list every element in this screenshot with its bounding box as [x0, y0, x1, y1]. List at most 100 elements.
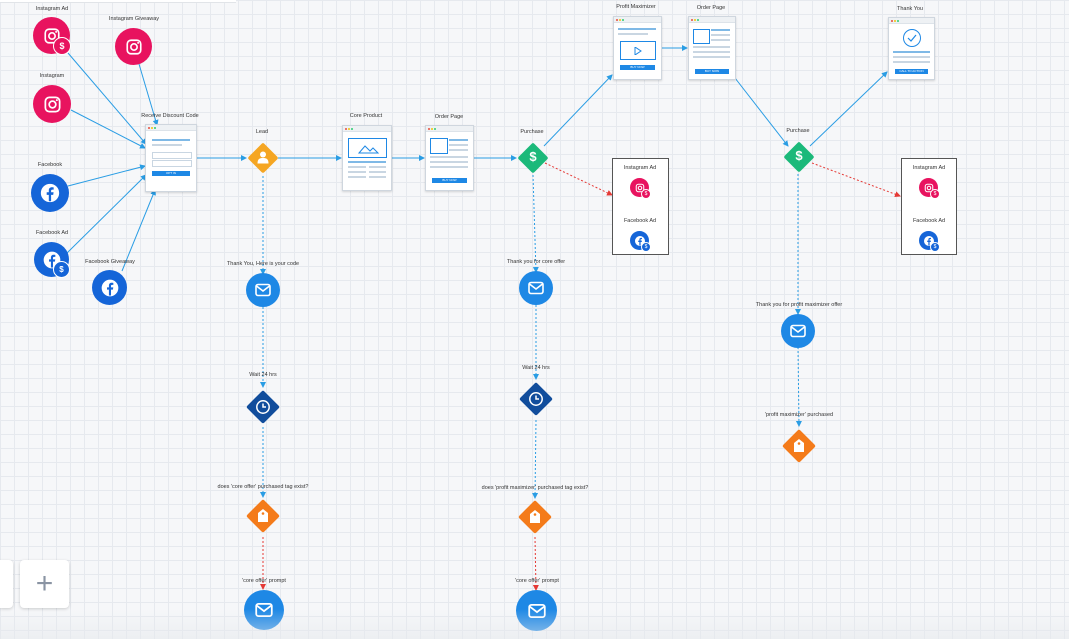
- retarget-2-facebook-label: Facebook Ad: [912, 218, 946, 224]
- envelope-icon: [790, 324, 806, 338]
- purchase-2-event-node[interactable]: $: [783, 141, 815, 173]
- facebook-ad-node[interactable]: $: [34, 242, 70, 278]
- wait-2-node[interactable]: [519, 381, 553, 417]
- purchase-1-label: Purchase: [520, 129, 544, 135]
- lead-event-node[interactable]: [247, 142, 279, 174]
- email-code-label: Thank You, Here is your code: [226, 261, 300, 267]
- email-prompt-2-label: 'core offer' prompt: [515, 578, 559, 584]
- order-2-buy-button: BUY NOW: [695, 69, 729, 74]
- email-pm-node[interactable]: [781, 314, 815, 348]
- edge-instagram-ad-to-optin: [67, 52, 147, 145]
- wait-1-node[interactable]: [246, 389, 280, 425]
- instagram-ad-icon: $: [630, 178, 651, 199]
- profit-maximizer-page-node[interactable]: BUY NOW: [613, 16, 662, 80]
- instagram-giveaway-node[interactable]: [115, 28, 152, 65]
- dashed-connectors: [260, 174, 802, 499]
- dollar-badge-icon: $: [641, 189, 651, 199]
- facebook-ad-icon: $: [630, 231, 651, 252]
- dollar-badge-icon: $: [641, 242, 651, 252]
- email-code-node[interactable]: [246, 273, 280, 307]
- facebook-icon: [101, 279, 118, 296]
- retarget-1-facebook-label: Facebook Ad: [623, 218, 657, 224]
- edge-purchase2-to-thankyou: [809, 71, 888, 147]
- facebook-node[interactable]: [31, 174, 69, 212]
- tag-check-1-label: does 'core offer' purchased tag exist?: [217, 484, 309, 490]
- tag-check-2-label: does 'profit maximizer' purchased tag ex…: [481, 485, 589, 491]
- dollar-badge-icon: $: [930, 242, 940, 252]
- order-page-2-label: Order Page: [696, 5, 726, 11]
- facebook-giveaway-label: Facebook Giveaway: [85, 259, 135, 265]
- facebook-icon: [40, 183, 60, 203]
- dollar-icon: $: [529, 149, 537, 164]
- facebook-giveaway-node[interactable]: [92, 270, 127, 305]
- instagram-node[interactable]: [33, 85, 71, 123]
- thank-you-page-node[interactable]: CALL TO ACTION: [888, 17, 935, 80]
- collapsed-side-panel[interactable]: [0, 560, 13, 608]
- email-core-label: Thank you for core offer: [506, 259, 566, 265]
- envelope-icon: [255, 283, 271, 297]
- play-video-icon: [620, 41, 656, 60]
- edge-order2-to-purchase2: [734, 77, 789, 147]
- retarget-1-instagram-label: Instagram Ad: [623, 165, 657, 171]
- image-icon: [348, 138, 387, 158]
- retarget-2-instagram-label: Instagram Ad: [912, 165, 946, 171]
- order-page-1-node[interactable]: BUY NOW: [425, 125, 474, 191]
- tag-icon: [794, 439, 804, 452]
- connector-layer: [66, 45, 901, 591]
- user-icon: [257, 151, 269, 164]
- core-product-label: Core Product: [349, 113, 383, 119]
- order-page-2-node[interactable]: BUY NOW: [688, 16, 736, 80]
- dollar-icon: $: [795, 148, 803, 163]
- purchase-2-label: Purchase: [786, 128, 810, 134]
- clock-icon: [529, 392, 543, 406]
- tag-icon: [530, 510, 540, 523]
- tag-check-1-node[interactable]: [246, 498, 280, 534]
- retarget-box-2[interactable]: Instagram Ad $ Facebook Ad $: [901, 158, 957, 255]
- instagram-ad-node[interactable]: $: [33, 17, 71, 55]
- edge-facebook-to-optin: [67, 164, 146, 187]
- pm-buy-button: BUY NOW: [620, 65, 655, 70]
- order-1-buy-button: BUY NOW: [432, 178, 467, 183]
- instagram-ad-label: Instagram Ad: [35, 6, 69, 12]
- instagram-icon: [125, 38, 142, 55]
- thank-you-label: Thank You: [897, 6, 923, 12]
- lead-label: Lead: [255, 129, 269, 135]
- receive-discount-label: Receive Discount Code: [141, 113, 199, 119]
- facebook-ad-icon: $: [919, 231, 940, 252]
- wait-1-label: Wait 24 hrs: [249, 372, 277, 378]
- tag-pm-node[interactable]: [782, 428, 816, 464]
- dollar-badge-icon: $: [53, 261, 70, 278]
- dollar-badge-icon: $: [930, 189, 940, 199]
- no-path-connectors: [260, 162, 901, 591]
- profit-maximizer-label: Profit Maximizer: [616, 4, 656, 10]
- bottom-fade: [0, 609, 1069, 639]
- instagram-ad-icon: $: [919, 178, 940, 199]
- product-thumb-icon: [693, 29, 710, 44]
- clock-icon: [256, 400, 270, 414]
- optin-page-node[interactable]: OPT IN: [145, 124, 197, 192]
- edge-purchase-to-pm: [543, 74, 613, 147]
- purchase-1-event-node[interactable]: $: [517, 142, 549, 174]
- instagram-giveaway-label: Instagram Giveaway: [108, 16, 160, 22]
- dollar-badge-icon: $: [53, 37, 71, 55]
- core-product-page-node[interactable]: [342, 125, 392, 191]
- email-pm-label: Thank you for profit maximizer offer: [755, 302, 843, 308]
- order-page-1-label: Order Page: [434, 114, 464, 120]
- instagram-icon: [44, 96, 60, 112]
- add-element-button[interactable]: +: [20, 560, 69, 608]
- email-prompt-1-label: 'core offer' prompt: [242, 578, 286, 584]
- product-thumb-icon: [430, 138, 448, 154]
- edge-instagram-to-optin: [70, 109, 146, 149]
- tag-icon: [258, 509, 268, 522]
- optin-button: OPT IN: [152, 171, 190, 176]
- cta-button: CALL TO ACTION: [895, 69, 928, 74]
- checkmark-icon: [903, 29, 921, 47]
- retarget-box-1[interactable]: Instagram Ad $ Facebook Ad $: [612, 158, 669, 255]
- envelope-icon: [528, 281, 544, 295]
- facebook-label: Facebook: [37, 162, 63, 168]
- tag-pm-label: 'profit maximizer' purchased: [764, 412, 834, 418]
- instagram-label: Instagram: [39, 73, 65, 79]
- facebook-ad-label: Facebook Ad: [35, 230, 69, 236]
- tag-check-2-node[interactable]: [518, 499, 552, 535]
- email-core-node[interactable]: [519, 271, 553, 305]
